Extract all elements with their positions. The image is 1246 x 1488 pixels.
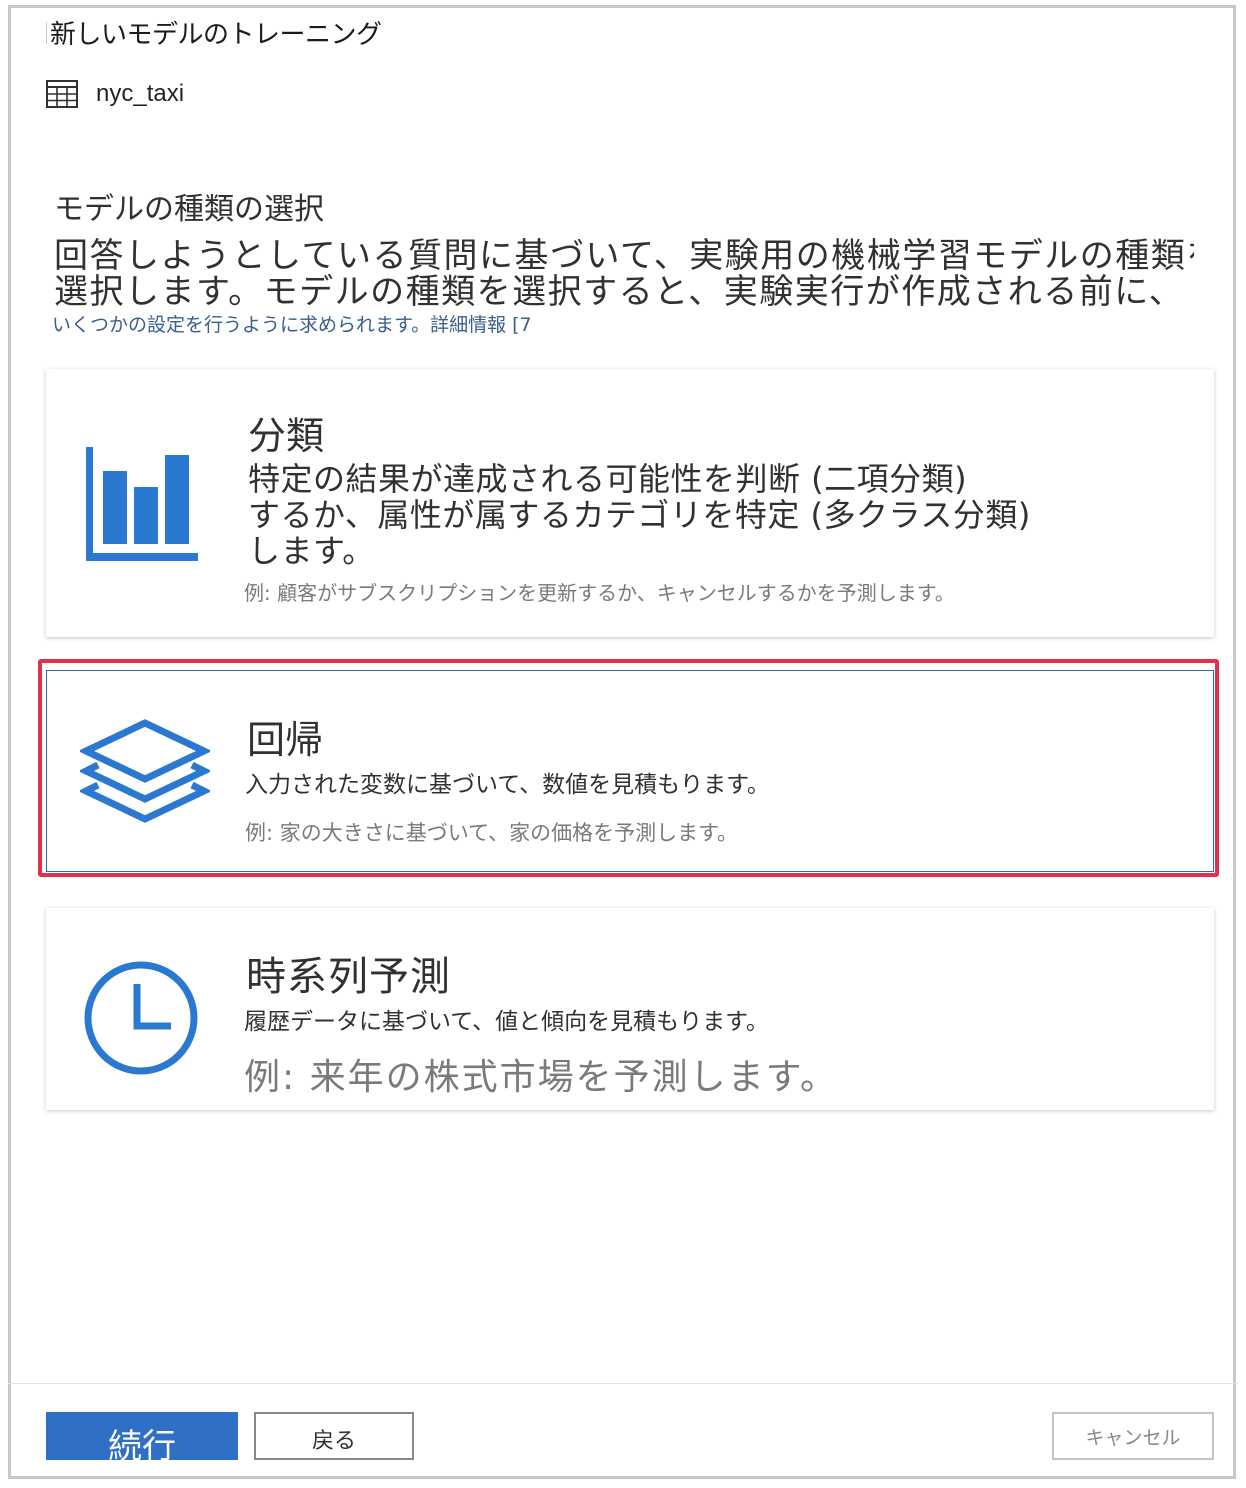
card-description: 入力された変数に基づいて、数値を見積もります。 (245, 772, 770, 798)
section-heading: モデルの種類の選択 (54, 192, 324, 227)
section-description: 回答しようとしている質問に基づいて、実験用の機械学習モデルの種類を 選択します。… (54, 238, 1194, 310)
title-divider (46, 22, 47, 44)
card-description: 特定の結果が達成される可能性を判断 (二項分類) するか、属性が属するカテゴリを… (248, 461, 1031, 569)
classification-card[interactable]: 分類 特定の結果が達成される可能性を判断 (二項分類) するか、属性が属するカテ… (46, 369, 1214, 637)
description-line-2: 選択します。モデルの種類を選択すると、実験実行が作成される前に、 (54, 272, 1185, 310)
card-title: 時系列予測 (246, 954, 451, 1000)
clock-icon (83, 960, 199, 1080)
table-icon (46, 80, 78, 108)
card-description-line: します。 (248, 532, 375, 570)
description-subtext-text: いくつかの設定を行うように求められます。 (52, 314, 431, 336)
continue-button[interactable]: 続行 (46, 1412, 238, 1460)
layers-icon (77, 719, 213, 835)
bar-chart-icon (84, 447, 200, 565)
forecasting-card[interactable]: 時系列予測 履歴データに基づいて、値と傾向を見積もります。 例: 来年の株式市場… (46, 908, 1214, 1110)
card-description-line: するか、属性が属するカテゴリを特定 (多クラス分類) (248, 496, 1031, 534)
card-description-line: 特定の結果が達成される可能性を判断 (二項分類) (248, 460, 968, 498)
description-subtext: いくつかの設定を行うように求められます。詳細情報 [7 (52, 310, 532, 337)
card-description: 履歴データに基づいて、値と傾向を見積もります。 (244, 1009, 769, 1035)
dataset-indicator: nyc_taxi (46, 80, 184, 108)
card-title: 分類 (248, 414, 325, 458)
back-button[interactable]: 戻る (254, 1412, 414, 1460)
card-example: 例: 家の大きさに基づいて、家の価格を予測します。 (245, 821, 738, 845)
dataset-name: nyc_taxi (96, 80, 185, 107)
regression-card[interactable]: 回帰 入力された変数に基づいて、数値を見積もります。 例: 家の大きさに基づいて… (46, 670, 1214, 872)
card-example: 例: 来年の株式市場を予測します。 (244, 1057, 838, 1098)
description-line-1: 回答しようとしている質問に基づいて、実験用の機械学習モデルの種類を (54, 238, 1194, 276)
cancel-button[interactable]: キャンセル (1052, 1412, 1214, 1460)
learn-more-link[interactable]: 詳細情報 [7 (430, 314, 532, 336)
card-example: 例: 顧客がサブスクリプションを更新するか、キャンセルするかを予測します。 (244, 581, 955, 605)
footer-divider (8, 1383, 1238, 1384)
dialog-title: 新しいモデルのトレーニング (50, 20, 382, 50)
card-title: 回帰 (247, 718, 324, 762)
